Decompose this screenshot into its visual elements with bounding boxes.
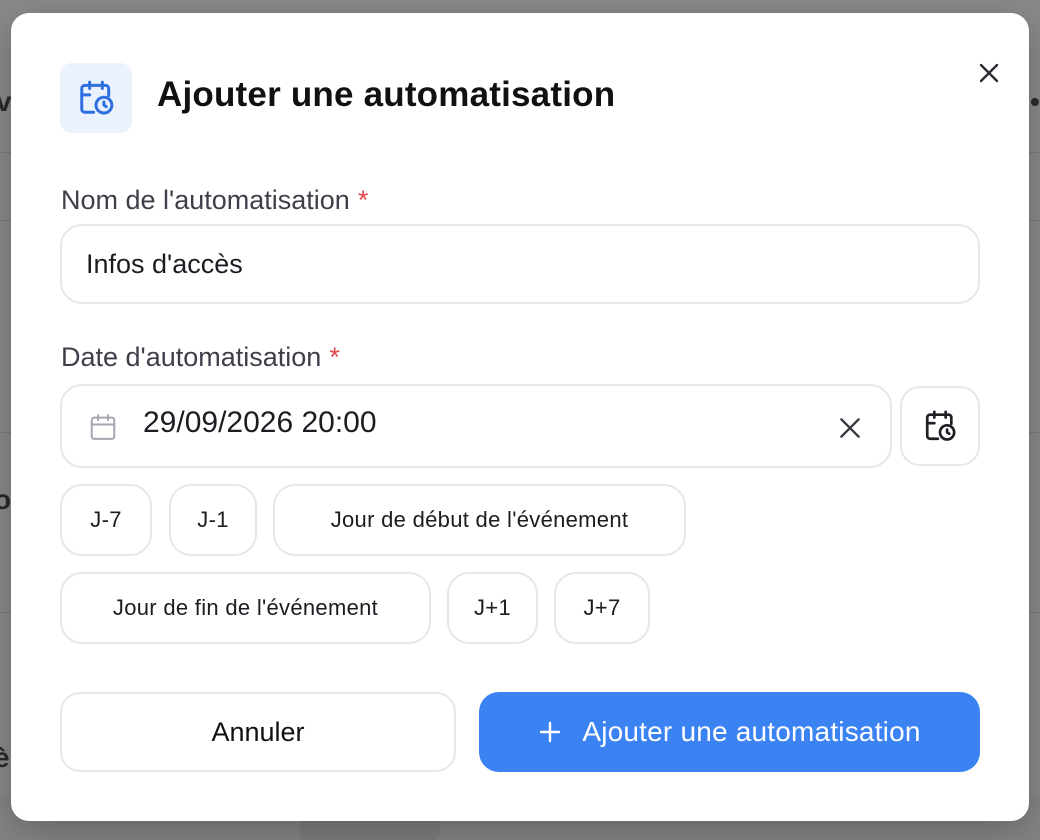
- preset-chip-event-start[interactable]: Jour de début de l'événement: [273, 484, 686, 556]
- preset-chip-j-plus-7[interactable]: J+7: [554, 572, 650, 644]
- cancel-button[interactable]: Annuler: [60, 692, 456, 772]
- date-field[interactable]: 29/09/2026 20:00: [60, 384, 892, 468]
- plus-icon: [538, 720, 562, 744]
- close-icon: [979, 63, 999, 83]
- preset-chip-j-plus-1[interactable]: J+1: [447, 572, 538, 644]
- add-automation-button[interactable]: Ajouter une automatisation: [479, 692, 980, 772]
- close-icon: [840, 418, 860, 438]
- add-automation-dialog: Ajouter une automatisation Nom de l'auto…: [11, 13, 1029, 821]
- header-icon-badge: [60, 63, 132, 133]
- close-dialog-button[interactable]: [969, 53, 1009, 93]
- preset-chip-j-minus-1[interactable]: J-1: [169, 484, 257, 556]
- open-date-picker-button[interactable]: [900, 386, 980, 466]
- add-automation-label: Ajouter une automatisation: [582, 716, 921, 747]
- date-label-text: Date d'automatisation: [61, 342, 322, 372]
- date-value: 29/09/2026 20:00: [143, 406, 377, 439]
- name-field[interactable]: [60, 224, 980, 304]
- calendar-clock-icon: [925, 410, 956, 441]
- date-field-label: Date d'automatisation *: [61, 342, 340, 373]
- clear-date-button[interactable]: [830, 408, 870, 448]
- preset-chip-event-end[interactable]: Jour de fin de l'événement: [60, 572, 431, 644]
- dialog-title: Ajouter une automatisation: [157, 75, 616, 114]
- calendar-icon: [88, 411, 118, 448]
- required-mark: *: [357, 185, 369, 215]
- preset-chip-j-minus-7[interactable]: J-7: [60, 484, 152, 556]
- calendar-clock-icon: [80, 80, 114, 115]
- name-field-label: Nom de l'automatisation *: [61, 185, 368, 216]
- automation-name-input[interactable]: [86, 226, 946, 302]
- name-label-text: Nom de l'automatisation: [61, 185, 350, 215]
- required-mark: *: [329, 342, 340, 372]
